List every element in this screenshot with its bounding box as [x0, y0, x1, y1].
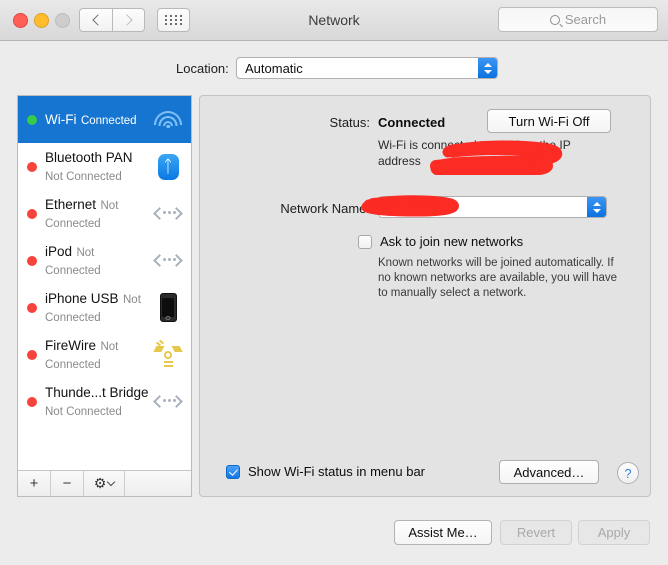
status-description: Wi-Fi is connected to and has the IP add…: [378, 138, 571, 168]
sidebar-item-thunderbolt-bridge[interactable]: Thunde...t Bridge Not Connected: [18, 378, 191, 425]
network-preferences-window: Network Search Location: Automatic Wi-Fi…: [0, 0, 668, 565]
service-status: Connected: [80, 114, 137, 127]
status-dot: [27, 396, 37, 407]
show-status-row[interactable]: Show Wi-Fi status in menu bar: [226, 464, 425, 479]
assist-me-button[interactable]: Assist Me…: [394, 520, 492, 545]
ask-join-checkbox[interactable]: [358, 234, 372, 249]
service-name: Bluetooth PAN: [45, 149, 133, 165]
service-actions-button[interactable]: ⚙: [84, 471, 125, 496]
remove-service-button[interactable]: −: [51, 471, 84, 496]
ask-join-description: Known networks will be joined automatica…: [378, 257, 618, 299]
sidebar-footer: + − ⚙: [18, 470, 191, 496]
ask-join-label: Ask to join new networks: [380, 234, 524, 249]
wifi-icon: [151, 103, 185, 137]
search-input[interactable]: Search: [498, 7, 658, 32]
add-service-button[interactable]: +: [18, 471, 51, 496]
service-name: Ethernet: [45, 196, 97, 212]
search-icon: [549, 14, 560, 25]
service-status: Not Connected: [45, 170, 122, 183]
iphone-icon: [151, 291, 185, 325]
stepper-icon[interactable]: [478, 58, 497, 78]
detail-panel: Status: Connected Turn Wi-Fi Off Wi-Fi i…: [199, 95, 651, 497]
chevron-down-icon: [107, 477, 116, 487]
sidebar-item-firewire[interactable]: FireWire Not Connected: [18, 331, 191, 378]
sidebar-item-bluetooth-pan[interactable]: Bluetooth PAN Not Connected ᛏ: [18, 143, 191, 190]
service-name: Wi-Fi: [45, 111, 77, 127]
status-value: Connected: [378, 115, 446, 130]
search-placeholder: Search: [564, 12, 607, 27]
advanced-button[interactable]: Advanced…: [499, 460, 599, 484]
firewire-icon: [151, 338, 185, 372]
status-label: Status:: [329, 115, 370, 130]
status-dot: [27, 349, 37, 360]
network-name-select[interactable]: [378, 196, 607, 218]
revert-button: Revert: [500, 520, 572, 545]
turn-wifi-off-button[interactable]: Turn Wi-Fi Off: [487, 109, 611, 133]
port-icon: [151, 244, 185, 278]
status-dot: [27, 255, 37, 266]
service-name: FireWire: [45, 337, 96, 353]
sidebar-item-ethernet[interactable]: Ethernet Not Connected: [18, 190, 191, 237]
service-list: Wi-Fi Connected Bluetooth PAN Not Connec…: [18, 96, 191, 472]
port-icon: [151, 385, 185, 419]
ask-join-row[interactable]: Ask to join new networks: [358, 234, 523, 249]
title-bar: Network Search: [0, 0, 668, 41]
status-dot: [27, 114, 37, 125]
service-status: Not Connected: [45, 405, 122, 418]
service-name: Thunde...t Bridge: [45, 384, 149, 400]
show-status-checkbox[interactable]: [226, 464, 240, 479]
apply-button: Apply: [578, 520, 650, 545]
location-value: Automatic: [245, 61, 303, 76]
status-dot: [27, 208, 37, 219]
network-name-label: Network Name:: [280, 201, 370, 216]
help-button[interactable]: ?: [617, 462, 639, 484]
service-name: iPhone USB: [45, 290, 119, 306]
stepper-icon[interactable]: [587, 197, 606, 217]
sidebar-item-ipod[interactable]: iPod Not Connected: [18, 237, 191, 284]
location-label: Location:: [176, 61, 229, 76]
gear-icon: ⚙: [93, 475, 107, 492]
location-row: Location: Automatic: [0, 57, 668, 83]
bluetooth-icon: ᛏ: [151, 150, 185, 184]
service-name: iPod: [45, 243, 73, 259]
status-dot: [27, 161, 37, 172]
sidebar-item-wifi[interactable]: Wi-Fi Connected: [18, 96, 191, 143]
status-dot: [27, 302, 37, 313]
location-select[interactable]: Automatic: [236, 57, 498, 79]
sidebar-item-iphone-usb[interactable]: iPhone USB Not Connected: [18, 284, 191, 331]
show-status-label: Show Wi-Fi status in menu bar: [248, 464, 426, 479]
service-sidebar: Wi-Fi Connected Bluetooth PAN Not Connec…: [17, 95, 192, 497]
port-icon: [151, 197, 185, 231]
